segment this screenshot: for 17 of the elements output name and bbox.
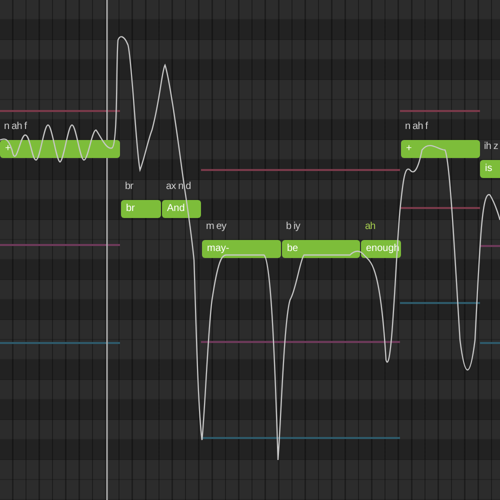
phoneme-label: ah xyxy=(365,221,376,233)
phoneme-label: n ah f xyxy=(405,121,428,133)
pitch-line xyxy=(480,342,500,344)
note-block[interactable]: be xyxy=(282,240,360,258)
note-block[interactable]: may- xyxy=(202,240,281,258)
note-block[interactable]: is xyxy=(480,160,500,178)
note-block[interactable]: + xyxy=(401,140,480,158)
phoneme-label: n ah f xyxy=(4,121,27,133)
pitch-line xyxy=(480,245,500,247)
note-block[interactable]: br xyxy=(121,200,161,218)
phoneme-label: m ey xyxy=(206,221,226,233)
note-block[interactable]: + xyxy=(0,140,120,158)
phoneme-label: br xyxy=(125,181,134,193)
phoneme-label: ax n d xyxy=(166,181,191,193)
phoneme-label: ih z xyxy=(484,141,498,153)
note-block[interactable]: And xyxy=(162,200,201,218)
phoneme-label: b iy xyxy=(286,221,300,233)
